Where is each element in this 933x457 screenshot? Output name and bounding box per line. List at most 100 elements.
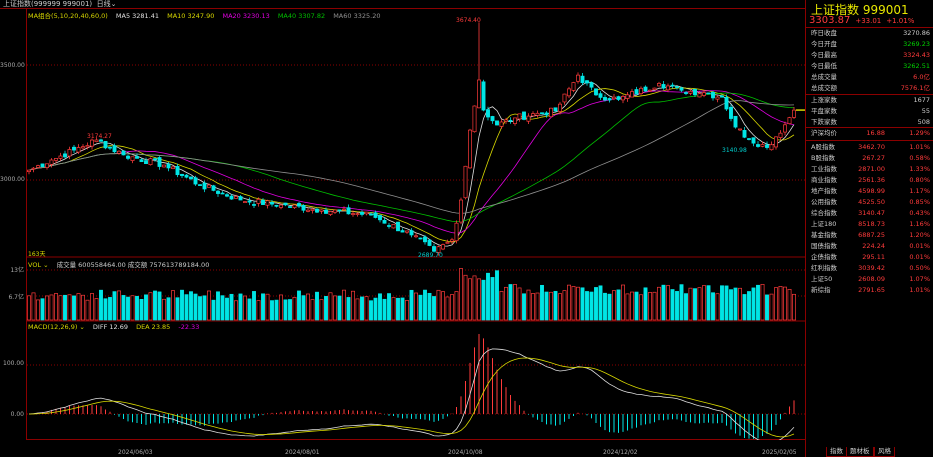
volume-axis-label: 13亿 [10, 267, 24, 274]
index-pct: 1.16% [909, 220, 930, 228]
volume-bar [319, 299, 324, 321]
volume-bar [355, 298, 360, 321]
volume-bar [562, 290, 567, 321]
breadth-value: 55 [921, 107, 930, 115]
kline-chart[interactable] [0, 0, 805, 440]
ma60-line [28, 100, 795, 214]
candle [598, 93, 603, 98]
index-row[interactable]: 沪深均价 16.88 1.29% [806, 128, 933, 139]
volume-bar [643, 287, 648, 321]
candle [382, 219, 387, 224]
ma5-value: MA5 3281.41 [115, 12, 160, 20]
candle [238, 196, 243, 201]
index-row[interactable]: 公用指数 4525.50 0.85% [806, 197, 933, 208]
breadth-value: 1677 [913, 96, 930, 104]
volume-bar [580, 287, 585, 321]
stat-label: 总成交量 [811, 73, 837, 81]
candle [337, 209, 342, 212]
candle [310, 208, 315, 211]
date-label: 2025/02/05 [762, 449, 797, 456]
volume-bar [621, 284, 625, 321]
index-row[interactable]: 商业指数 2561.36 0.80% [806, 175, 933, 186]
volume-bar [774, 287, 778, 321]
volume-bar [270, 300, 274, 321]
volume-bar [135, 295, 139, 321]
volume-bar [283, 299, 288, 321]
volume-bar [216, 291, 220, 321]
volume-bar [769, 293, 774, 321]
volume-bar [553, 290, 558, 321]
candle [72, 146, 76, 151]
candle [508, 119, 513, 122]
volume-bar [81, 294, 85, 321]
index-row[interactable]: 工业指数 2871.00 1.33% [806, 164, 933, 175]
candle [684, 92, 688, 94]
index-row[interactable]: 新综指 2791.65 1.01% [806, 285, 933, 296]
index-pct: 0.85% [909, 198, 930, 206]
candle [198, 184, 202, 186]
candle [738, 128, 742, 131]
ma-group-selector[interactable]: MA组合(5,10,20,40,60,0) [28, 12, 108, 20]
candle [166, 163, 171, 169]
candle [792, 109, 796, 118]
volume-bar [508, 284, 513, 321]
index-value: 2561.36 [858, 176, 885, 184]
candle [360, 211, 364, 215]
volume-bar [729, 289, 733, 321]
index-row[interactable]: 红利指数 3039.42 0.50% [806, 263, 933, 274]
ma5-line [28, 81, 795, 247]
candle [621, 95, 625, 101]
divider [806, 140, 933, 141]
candle [157, 157, 162, 167]
index-row[interactable]: 上证180 8518.73 1.16% [806, 219, 933, 230]
volume-bar [391, 297, 396, 321]
candle [171, 166, 175, 169]
volume-bar [724, 285, 729, 321]
candle [558, 103, 562, 112]
volume-bar [175, 297, 180, 321]
index-pct: 1.33% [909, 165, 930, 173]
index-row[interactable]: 地产指数 4598.99 1.17% [806, 186, 933, 197]
ma20-value: MA20 3230.13 [222, 12, 270, 20]
volume-axis-label: 6.7亿 [8, 294, 24, 301]
index-row[interactable]: 综合指数 3140.47 0.43% [806, 208, 933, 219]
index-row[interactable]: 国债指数 224.24 0.01% [806, 241, 933, 252]
volume-bar [292, 296, 297, 321]
index-value: 224.24 [862, 242, 885, 250]
candle [657, 83, 661, 87]
candle [76, 147, 81, 153]
candle [342, 208, 346, 211]
macd-axis-label: 0.00 [10, 411, 24, 418]
volume-bar [58, 295, 63, 321]
index-row[interactable]: 企债指数 295.11 0.01% [806, 252, 933, 263]
volume-bar [445, 296, 450, 321]
index-row[interactable]: 上证50 2608.09 1.07% [806, 274, 933, 285]
volume-bar [72, 295, 76, 321]
macd-indicator-selector[interactable]: MACD(12,26,9) [28, 323, 77, 331]
candle [427, 239, 432, 246]
index-name: 商业指数 [811, 176, 837, 184]
index-row[interactable]: A股指数 3462.70 1.01% [806, 142, 933, 153]
index-pct: 1.20% [909, 231, 930, 239]
volume-bar [567, 284, 571, 321]
candle [378, 215, 382, 221]
index-row[interactable]: B股指数 267.27 0.58% [806, 153, 933, 164]
volume-indicator-selector[interactable]: VOL [28, 261, 41, 269]
volume-bar [193, 293, 198, 321]
volume-bar [189, 291, 193, 321]
volume-bar [45, 295, 49, 321]
index-pct: 0.50% [909, 264, 930, 272]
candle [472, 105, 477, 133]
volume-bar [733, 287, 738, 321]
index-row[interactable]: 基金指数 6887.25 1.20% [806, 230, 933, 241]
stat-value: 3324.43 [903, 51, 930, 59]
stat-value: 6.0亿 [913, 73, 930, 81]
volume-bar [657, 286, 661, 321]
candle [279, 204, 283, 208]
candle [648, 89, 652, 92]
candle [36, 165, 40, 168]
candle [468, 129, 472, 169]
volume-bar [207, 290, 211, 321]
volume-bar [409, 289, 414, 321]
ma-legend: MA组合(5,10,20,40,60,0) MA5 3281.41 MA10 3… [28, 10, 386, 20]
